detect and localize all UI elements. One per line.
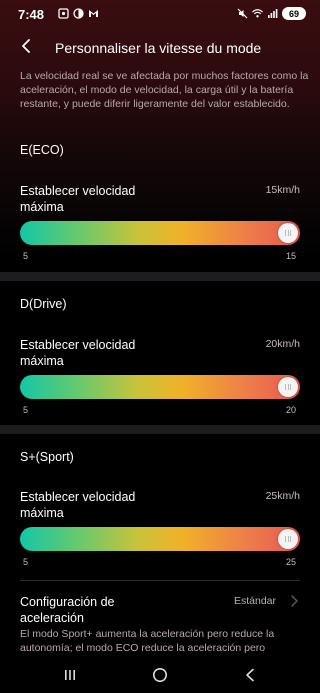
max-speed-value: 20km/h	[265, 338, 300, 350]
battery-indicator: 69	[282, 7, 306, 20]
section-separator	[0, 272, 320, 281]
max-speed-value: 25km/h	[265, 490, 300, 502]
slider-max-label: 20	[285, 405, 296, 415]
sport-speed-slider[interactable]	[20, 527, 300, 551]
screen: 7:48 69 Personnaliser la vitesse du mode…	[0, 0, 320, 693]
screenshot-icon	[58, 8, 69, 19]
eco-speed-slider[interactable]	[20, 221, 300, 245]
slider-thumb[interactable]	[278, 377, 298, 397]
home-button[interactable]	[148, 664, 172, 686]
back-arrow-icon	[22, 39, 30, 53]
nav-back-button[interactable]	[238, 664, 262, 686]
max-speed-label: Establecer velocidad máxima	[20, 338, 136, 368]
notification-icons	[58, 8, 99, 19]
contrast-icon	[73, 8, 84, 19]
max-speed-label: Establecer velocidad máxima	[20, 184, 136, 214]
wifi-icon	[252, 9, 263, 18]
recents-icon	[65, 670, 75, 680]
slider-min-label: 5	[23, 251, 29, 261]
section-separator	[0, 425, 320, 434]
back-button[interactable]	[14, 34, 38, 58]
max-speed-label: Establecer velocidad máxima	[20, 490, 136, 520]
slider-thumb[interactable]	[278, 529, 298, 549]
divider	[20, 580, 300, 581]
signal-icon	[268, 9, 278, 18]
slider-min-label: 5	[23, 557, 29, 567]
slider-thumb[interactable]	[278, 223, 298, 243]
slider-max-label: 25	[285, 557, 296, 567]
slider-min-label: 5	[23, 405, 29, 415]
chevron-right-icon[interactable]	[288, 594, 300, 608]
mode-title-eco: E(ECO)	[20, 143, 64, 157]
system-icons: 69	[237, 7, 306, 20]
mode-title-drive: D(Drive)	[20, 297, 67, 311]
status-bar: 7:48 69	[0, 0, 320, 28]
home-icon	[153, 668, 167, 682]
page-title: Personnaliser la vitesse du mode	[55, 40, 262, 56]
recents-button[interactable]	[58, 664, 82, 686]
acceleration-description: El modo Sport+ aumenta la aceleración pe…	[20, 628, 275, 654]
acceleration-setting-value[interactable]: Estándar	[234, 595, 276, 607]
acceleration-setting-label[interactable]: Configuración de aceleración	[20, 594, 180, 626]
slider-max-label: 15	[285, 251, 296, 261]
status-time: 7:48	[18, 7, 45, 22]
mute-icon	[237, 8, 248, 19]
speed-disclaimer: La velocidad real se ve afectada por muc…	[20, 70, 309, 110]
drive-speed-slider[interactable]	[20, 375, 300, 399]
navigation-bar	[0, 657, 320, 693]
gmail-icon	[89, 10, 98, 17]
mode-title-sport: S+(Sport)	[20, 450, 74, 464]
max-speed-value: 15km/h	[265, 184, 300, 196]
nav-back-icon	[246, 668, 254, 682]
